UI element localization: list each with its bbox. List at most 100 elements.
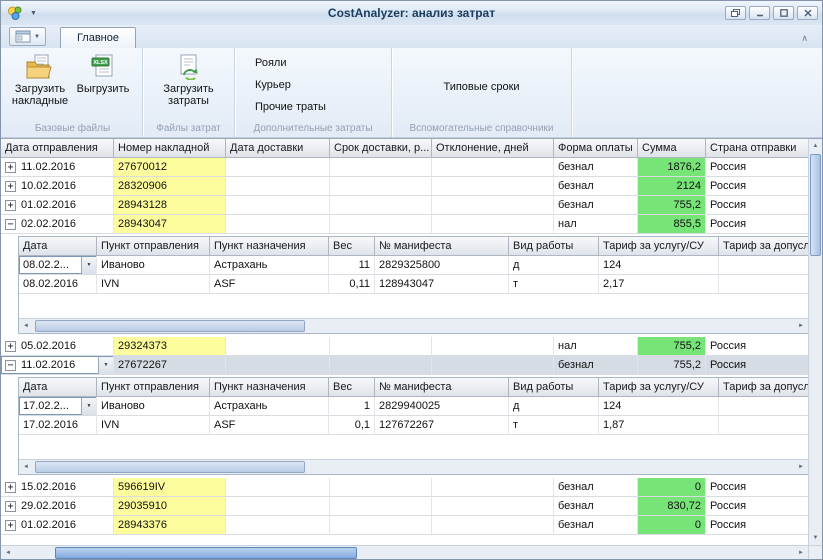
quick-access-dropdown-icon[interactable]: ▼: [25, 10, 42, 17]
cell-deviation[interactable]: [432, 516, 554, 535]
cell-tariff-extra[interactable]: [719, 397, 809, 416]
cell-sum[interactable]: 1876,2: [638, 158, 706, 177]
cell-date[interactable]: +01.02.2016: [1, 516, 114, 535]
cell-delivery-term[interactable]: [330, 158, 432, 177]
cell-country[interactable]: Россия: [706, 337, 811, 356]
cell-tariff-service[interactable]: 124: [599, 397, 719, 416]
cell-work-type[interactable]: т: [509, 275, 599, 294]
cell-origin[interactable]: Иваново: [97, 256, 210, 275]
cell-country[interactable]: Россия: [706, 215, 811, 234]
detail-scroll-thumb[interactable]: [35, 320, 305, 332]
detail-horizontal-scrollbar[interactable]: ◄►: [19, 318, 808, 333]
cell-manifest[interactable]: 128943047: [375, 275, 509, 294]
courier-button[interactable]: Курьер: [251, 78, 295, 92]
vertical-scrollbar[interactable]: ▲ ▼: [808, 139, 822, 545]
column-header[interactable]: Срок доставки, р...: [330, 139, 432, 158]
cell-weight[interactable]: 0,11: [329, 275, 375, 294]
cell-invoice[interactable]: 27670012: [114, 158, 226, 177]
cell-payment[interactable]: безнал: [554, 356, 638, 375]
cell-sum[interactable]: 755,2: [638, 356, 706, 375]
cell-invoice[interactable]: 29324373: [114, 337, 226, 356]
cell-date[interactable]: +15.02.2016: [1, 478, 114, 497]
cell-weight[interactable]: 11: [329, 256, 375, 275]
cell-weight[interactable]: 1: [329, 397, 375, 416]
cell-delivery-term[interactable]: [330, 516, 432, 535]
table-row[interactable]: +29.02.201629035910 безнал830,72Россия: [1, 497, 822, 516]
tab-main[interactable]: Главное: [60, 27, 136, 48]
table-row[interactable]: +01.02.201628943128безнал755,2Россия: [1, 196, 822, 215]
cell-work-type[interactable]: т: [509, 416, 599, 435]
detail-column-header[interactable]: Тариф за услугу/СУ: [599, 378, 719, 397]
cell-sum[interactable]: 855,5: [638, 215, 706, 234]
column-header[interactable]: Дата доставки: [226, 139, 330, 158]
cell-deviation[interactable]: [432, 177, 554, 196]
cell-date[interactable]: +01.02.2016: [1, 196, 114, 215]
typical-terms-button[interactable]: Типовые сроки: [439, 80, 523, 94]
cell-deviation[interactable]: [432, 196, 554, 215]
detail-column-header[interactable]: Вес: [329, 237, 375, 256]
cell-delivery-term[interactable]: [330, 177, 432, 196]
minimize-button[interactable]: [749, 6, 770, 20]
scroll-left-icon[interactable]: ◄: [19, 323, 33, 329]
cell-delivery-term[interactable]: [330, 337, 432, 356]
detail-column-header[interactable]: № манифеста: [375, 378, 509, 397]
application-menu-button[interactable]: ▼: [9, 27, 46, 46]
detail-column-header[interactable]: № манифеста: [375, 237, 509, 256]
cell-country[interactable]: Россия: [706, 497, 811, 516]
column-header[interactable]: Сумма: [638, 139, 706, 158]
cell-tariff-service[interactable]: 1,87: [599, 416, 719, 435]
cell-destination[interactable]: ASF: [210, 416, 329, 435]
scroll-down-icon[interactable]: ▼: [813, 531, 819, 545]
cell-sum[interactable]: 830,72: [638, 497, 706, 516]
cell-manifest[interactable]: 2829325800: [375, 256, 509, 275]
cell-delivery-term[interactable]: [330, 215, 432, 234]
detail-column-header[interactable]: Вес: [329, 378, 375, 397]
cell-date[interactable]: +29.02.2016: [1, 497, 114, 516]
column-header[interactable]: Номер накладной: [114, 139, 226, 158]
cell-delivery-date[interactable]: [226, 497, 330, 516]
detail-row[interactable]: 08.02.2016IVNASF0,11128943047т2,17: [19, 275, 808, 294]
detail-column-header[interactable]: Тариф за допуслуг...: [719, 378, 809, 397]
cell-date[interactable]: 17.02.2...▼: [19, 397, 97, 416]
scroll-right-icon[interactable]: ►: [794, 464, 808, 470]
cell-origin[interactable]: IVN: [97, 275, 210, 294]
cell-delivery-date[interactable]: [226, 215, 330, 234]
table-row[interactable]: +01.02.201628943376безнал0Россия: [1, 516, 822, 535]
detail-column-header[interactable]: Тариф за услугу/СУ: [599, 237, 719, 256]
cell-delivery-term[interactable]: [330, 478, 432, 497]
scroll-left-icon[interactable]: ◄: [1, 550, 15, 556]
detail-column-header[interactable]: Пункт отправления: [97, 237, 210, 256]
cell-destination[interactable]: Астрахань: [210, 397, 329, 416]
cell-deviation[interactable]: [432, 497, 554, 516]
scroll-up-icon[interactable]: ▲: [813, 139, 819, 153]
cell-date[interactable]: 08.02.2016: [19, 275, 97, 294]
cell-sum[interactable]: 0: [638, 516, 706, 535]
collapse-row-icon[interactable]: −: [5, 219, 16, 230]
table-row[interactable]: +11.02.201627670012безнал1876,2Россия: [1, 158, 822, 177]
cell-date[interactable]: +05.02.2016: [1, 337, 114, 356]
cell-deviation[interactable]: [432, 478, 554, 497]
royalties-button[interactable]: Рояли: [251, 56, 291, 70]
detail-row[interactable]: 08.02.2...▼ИвановоАстрахань112829325800д…: [19, 256, 808, 275]
detail-row[interactable]: 17.02.2016IVNASF0,1127672267т1,87: [19, 416, 808, 435]
cell-tariff-extra[interactable]: [719, 416, 809, 435]
cell-payment[interactable]: безнал: [554, 497, 638, 516]
cell-invoice[interactable]: 29035910: [114, 497, 226, 516]
detail-column-header[interactable]: Пункт назначения: [210, 378, 329, 397]
horizontal-scroll-thumb[interactable]: [55, 547, 357, 559]
titlebar[interactable]: ▼ CostAnalyzer: анализ затрат: [1, 1, 822, 25]
other-expenses-button[interactable]: Прочие траты: [251, 100, 330, 114]
cell-deviation[interactable]: [432, 337, 554, 356]
cell-invoice[interactable]: 28943047: [114, 215, 226, 234]
cell-delivery-date[interactable]: [226, 516, 330, 535]
detail-column-header[interactable]: Вид работы: [509, 237, 599, 256]
detail-column-header[interactable]: Вид работы: [509, 378, 599, 397]
detail-column-header[interactable]: Пункт назначения: [210, 237, 329, 256]
expand-row-icon[interactable]: +: [5, 200, 16, 211]
detail-column-header[interactable]: Тариф за допуслуг...: [719, 237, 809, 256]
load-invoices-button[interactable]: Загрузить накладные: [7, 51, 73, 107]
table-row[interactable]: +10.02.201628320906безнал2124Россия: [1, 177, 822, 196]
cell-country[interactable]: Россия: [706, 177, 811, 196]
cell-origin[interactable]: IVN: [97, 416, 210, 435]
table-row[interactable]: −02.02.201628943047нал855,5Россия: [1, 215, 822, 234]
